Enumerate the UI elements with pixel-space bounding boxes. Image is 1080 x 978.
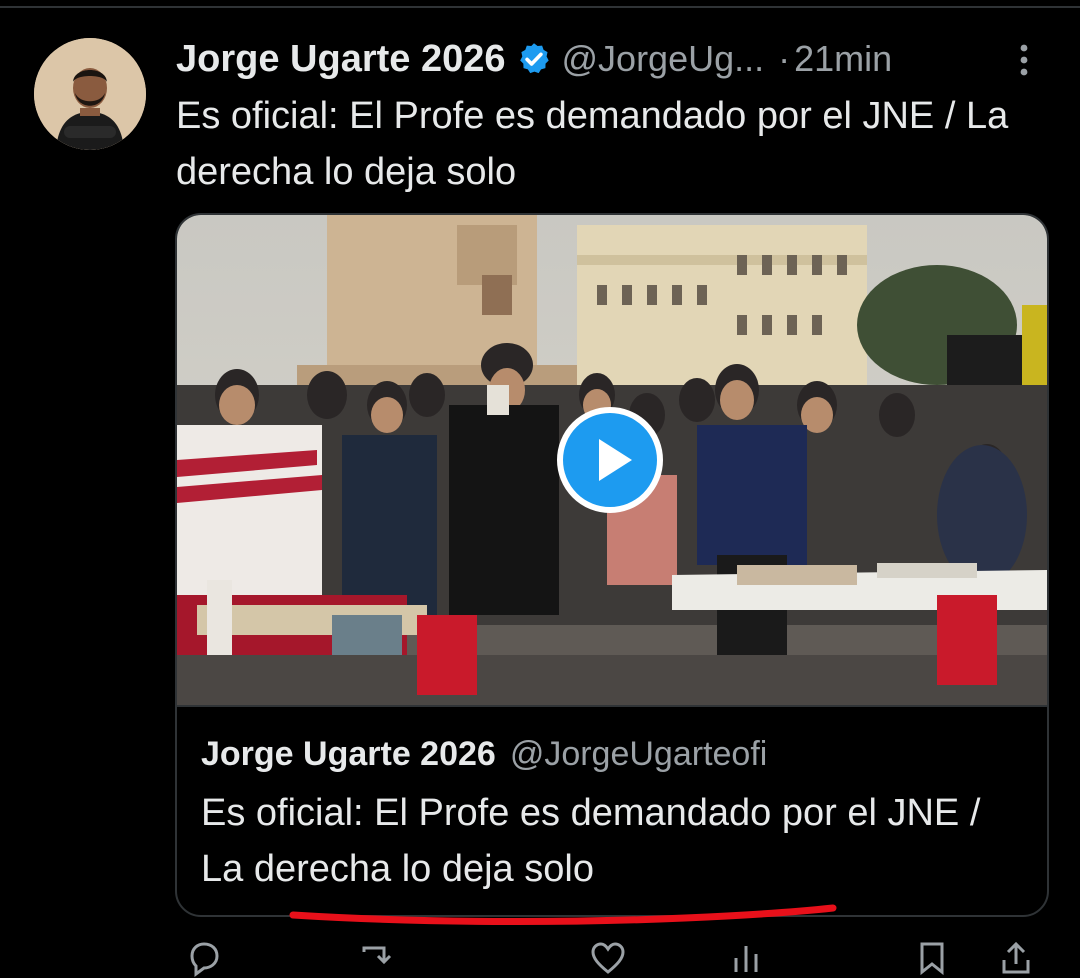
heart-icon <box>591 942 625 974</box>
post-time[interactable]: 21min <box>794 38 892 80</box>
more-options-button[interactable] <box>1010 40 1038 80</box>
bookmark-icon <box>920 942 944 976</box>
quoted-author-handle[interactable]: @JorgeUgarteofi <box>510 735 768 774</box>
play-icon <box>557 407 663 513</box>
share-icon <box>1002 941 1030 974</box>
bookmark-button[interactable] <box>912 938 952 978</box>
quoted-header: Jorge Ugarte 2026 @JorgeUgarteofi <box>201 735 767 774</box>
views-icon <box>734 946 758 972</box>
tweet-actions <box>180 930 1030 977</box>
author-avatar[interactable] <box>34 38 146 150</box>
reply-button[interactable] <box>184 938 224 978</box>
verified-badge-icon <box>516 41 552 77</box>
video-thumbnail[interactable] <box>177 215 1047 705</box>
play-button[interactable] <box>557 407 663 513</box>
author-handle[interactable]: @JorgeUg... <box>562 38 765 80</box>
like-button[interactable] <box>588 938 628 978</box>
top-divider <box>0 6 1080 8</box>
red-underline-annotation <box>285 898 840 928</box>
more-vertical-icon <box>1020 44 1028 76</box>
retweet-button[interactable] <box>356 938 396 978</box>
retweet-icon <box>362 946 392 965</box>
card-divider <box>177 705 1047 707</box>
quoted-author-name[interactable]: Jorge Ugarte 2026 <box>201 735 496 774</box>
person-avatar-icon <box>34 38 146 150</box>
tweet-text: Es oficial: El Profe es demandado por el… <box>176 95 1009 193</box>
author-name[interactable]: Jorge Ugarte 2026 <box>176 38 506 81</box>
separator-dot: · <box>778 38 791 79</box>
share-button[interactable] <box>996 938 1036 978</box>
quoted-tweet-card[interactable]: Jorge Ugarte 2026 @JorgeUgarteofi Es ofi… <box>175 213 1049 917</box>
tweet-header: Jorge Ugarte 2026 @JorgeUg... · 21min <box>176 34 892 84</box>
quoted-text: Es oficial: El Profe es demandado por el… <box>201 792 981 890</box>
views-button[interactable] <box>728 938 768 978</box>
reply-icon <box>190 942 219 977</box>
